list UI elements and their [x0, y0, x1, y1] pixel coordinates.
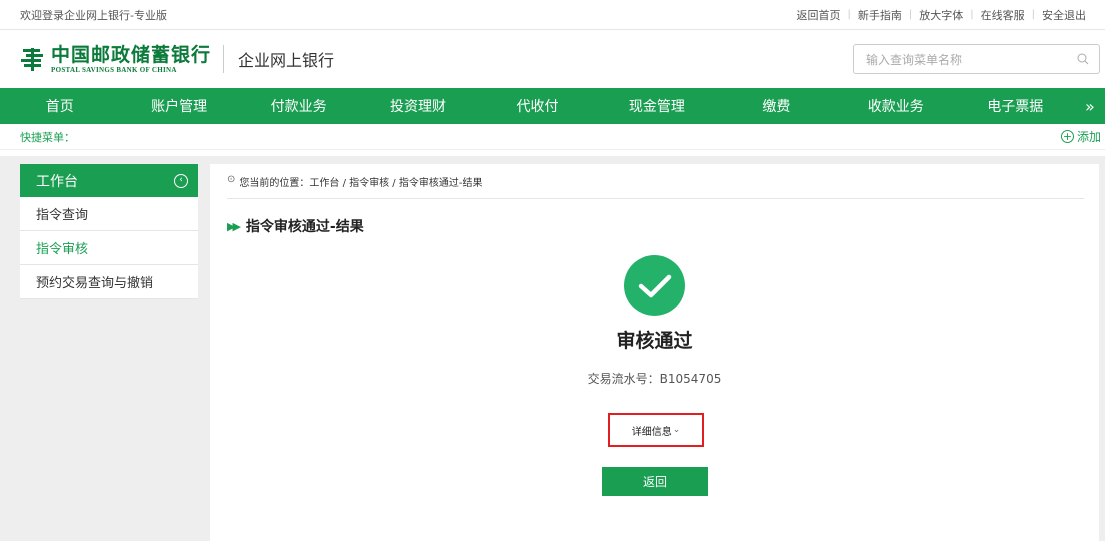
search-placeholder: 输入查询菜单名称: [866, 52, 963, 67]
bank-logo-icon: [20, 46, 46, 72]
back-button[interactable]: 返回: [602, 467, 708, 496]
main-panel: ⊙ 您当前的位置：工作台 / 指令审核 / 指令审核通过-结果 ▶▶ 指令审核通…: [210, 164, 1099, 541]
transaction-number: 交易流水号：B1054705: [587, 372, 722, 386]
sidebar: 工作台 ‹ 指令查询 指令审核 预约交易查询与撤销: [20, 164, 198, 299]
sidebar-item-instruction-query[interactable]: 指令查询: [20, 197, 198, 231]
status-text: 审核通过: [616, 330, 693, 352]
online-service-link[interactable]: 在线客服: [974, 7, 1032, 23]
enlarge-font-link[interactable]: 放大字体: [912, 7, 970, 23]
welcome-text: 欢迎登录企业网上银行-专业版: [20, 8, 167, 22]
collapse-sidebar-icon[interactable]: ‹: [174, 173, 188, 188]
nav-investment[interactable]: 投资理财: [358, 96, 477, 116]
detail-info-label: 详细信息: [631, 426, 672, 438]
page-title: ▶▶ 指令审核通过-结果: [227, 216, 364, 236]
search-icon[interactable]: [1077, 53, 1089, 65]
logo-en: POSTAL SAVINGS BANK OF CHINA: [51, 65, 177, 74]
quick-menu-bar: 快捷菜单： + 添加: [0, 124, 1105, 150]
header: 中国邮政储蓄银行 POSTAL SAVINGS BANK OF CHINA 企业…: [0, 30, 1105, 88]
double-arrow-icon: ▶▶: [227, 219, 241, 233]
logo-cn: 中国邮政储蓄银行: [51, 43, 212, 66]
double-chevron-down-icon: ⌄: [672, 425, 681, 435]
bank-logo: 中国邮政储蓄银行 POSTAL SAVINGS BANK OF CHINA 企业…: [20, 43, 335, 74]
logout-link[interactable]: 安全退出: [1035, 7, 1093, 23]
plus-circle-icon: +: [1060, 130, 1074, 143]
sidebar-title: 工作台: [36, 173, 78, 190]
location-pin-icon: ⊙: [227, 174, 236, 185]
nav-account-management[interactable]: 账户管理: [119, 96, 238, 116]
success-check-icon: [624, 255, 685, 316]
content-area: 工作台 ‹ 指令查询 指令审核 预约交易查询与撤销 ⊙ 您当前的位置：工作台 /…: [0, 156, 1105, 541]
page-title-text: 指令审核通过-结果: [245, 219, 364, 235]
nav-payment[interactable]: 付款业务: [239, 96, 358, 116]
home-link[interactable]: 返回首页: [790, 7, 848, 23]
nav-more-icon[interactable]: »: [1075, 97, 1105, 116]
sidebar-item-scheduled-transactions[interactable]: 预约交易查询与撤销: [20, 265, 198, 299]
top-bar: 欢迎登录企业网上银行-专业版 返回首页 | 新手指南 | 放大字体 | 在线客服 | 安…: [0, 0, 1105, 30]
top-links: 返回首页 | 新手指南 | 放大字体 | 在线客服 | 安全退出: [790, 7, 1094, 23]
sidebar-item-instruction-review[interactable]: 指令审核: [20, 231, 198, 265]
breadcrumb-text: 您当前的位置：工作台 / 指令审核 / 指令审核通过-结果: [239, 178, 483, 189]
nav-collection-payment[interactable]: 代收付: [478, 96, 597, 116]
site-subtitle: 企业网上银行: [238, 51, 335, 70]
nav-fees[interactable]: 缴费: [717, 96, 836, 116]
quick-menu-label: 快捷菜单：: [20, 130, 75, 144]
detail-info-toggle[interactable]: 详细信息 ⌄: [608, 413, 704, 447]
nav-cash-management[interactable]: 现金管理: [597, 96, 716, 116]
breadcrumb: ⊙ 您当前的位置：工作台 / 指令审核 / 指令审核通过-结果: [227, 174, 1084, 199]
nav-receipts[interactable]: 收款业务: [836, 96, 955, 116]
add-quick-menu-button[interactable]: + 添加: [1060, 128, 1101, 145]
menu-search-input[interactable]: 输入查询菜单名称: [853, 44, 1100, 74]
main-nav: 首页 账户管理 付款业务 投资理财 代收付 现金管理 缴费 收款业务 电子票据 …: [0, 88, 1105, 124]
beginner-guide-link[interactable]: 新手指南: [851, 7, 909, 23]
nav-home[interactable]: 首页: [0, 96, 119, 116]
nav-e-bills[interactable]: 电子票据: [956, 96, 1075, 116]
sidebar-header: 工作台 ‹: [20, 164, 198, 197]
add-label: 添加: [1076, 130, 1101, 144]
